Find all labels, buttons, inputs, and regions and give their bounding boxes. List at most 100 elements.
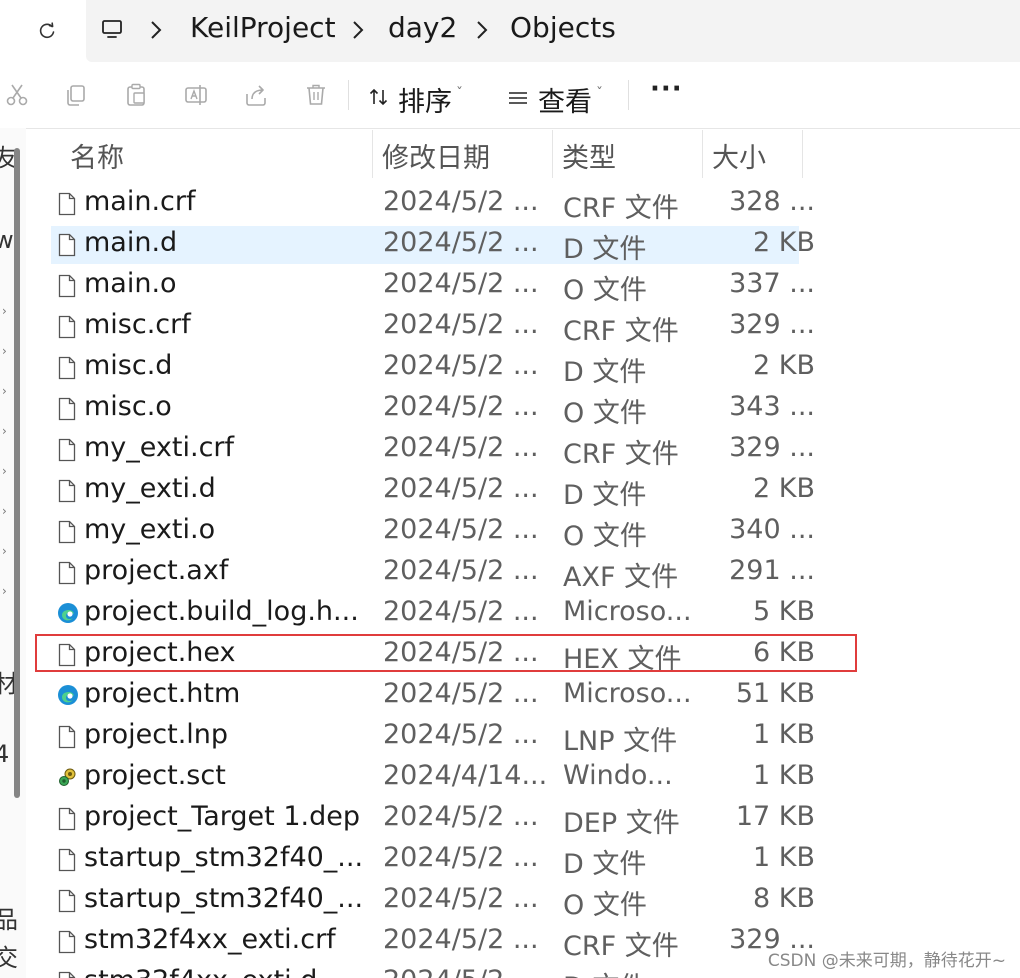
file-row[interactable]: startup_stm32f40_... 2024/5/2 ... D 文件 1 KB bbox=[51, 841, 815, 880]
file-row[interactable]: project.sct 2024/4/14... Windo... 1 KB bbox=[51, 759, 815, 797]
chevron-right-icon[interactable]: › bbox=[2, 424, 7, 438]
file-name: main.o bbox=[84, 268, 177, 299]
breadcrumb-objects[interactable]: Objects bbox=[510, 11, 616, 44]
file-name: stm32f4xx_exti.crf bbox=[84, 924, 336, 955]
chevron-right-icon[interactable]: › bbox=[2, 504, 7, 518]
file-name: project.sct bbox=[84, 760, 226, 791]
computer-icon[interactable] bbox=[100, 17, 124, 45]
command-bar: 排序 ˇ 查看 ˇ bbox=[0, 62, 1020, 129]
chevron-right-icon[interactable]: › bbox=[2, 464, 7, 478]
chevron-right-icon[interactable]: › bbox=[2, 584, 7, 598]
file-name: stm32f4xx_exti.d bbox=[84, 965, 369, 978]
file-name: misc.d bbox=[84, 350, 173, 381]
chevron-right-icon[interactable]: › bbox=[2, 304, 7, 318]
column-header-type[interactable]: 类型 bbox=[562, 136, 616, 175]
file-row[interactable]: project.build_log.h... 2024/5/2 ... Micros… bbox=[51, 595, 815, 633]
file-row[interactable]: my_exti.o 2024/5/2 ... O 文件 340 ... bbox=[51, 513, 815, 552]
column-header-row: ^ 名称 修改日期 类型 大小 bbox=[26, 128, 1020, 180]
file-name: main.d bbox=[84, 227, 178, 258]
file-icon bbox=[57, 233, 77, 257]
chevron-down-icon: ˇ bbox=[456, 86, 463, 102]
share-icon[interactable] bbox=[243, 82, 269, 108]
file-row[interactable]: my_exti.d 2024/5/2 ... D 文件 2 KB bbox=[51, 472, 815, 511]
nav-item-fragment[interactable]: 交 bbox=[0, 938, 18, 973]
file-name: misc.o bbox=[84, 391, 172, 422]
sort-icon bbox=[368, 84, 390, 115]
file-icon bbox=[57, 561, 77, 585]
script-icon bbox=[57, 766, 77, 790]
file-size: 17 KB bbox=[735, 801, 815, 832]
file-row[interactable]: stm32f4xx_exti.d 2024/5/2 ... D 文件 bbox=[51, 964, 799, 978]
nav-item-fragment[interactable]: 品 bbox=[0, 900, 18, 935]
file-row[interactable]: startup_stm32f40_... 2024/5/2 ... O 文件 8 KB bbox=[51, 882, 815, 921]
address-bar: KeilProject day2 Objects bbox=[0, 0, 1020, 62]
file-row[interactable]: misc.crf 2024/5/2 ... CRF 文件 329 ... bbox=[51, 308, 815, 347]
file-type: CRF 文件 bbox=[563, 931, 679, 962]
copy-icon[interactable] bbox=[63, 82, 89, 108]
file-modified-date: 2024/5/2 ... bbox=[383, 268, 539, 299]
file-row[interactable]: main.o 2024/5/2 ... O 文件 337 ... bbox=[51, 267, 815, 306]
file-name: project.lnp bbox=[84, 719, 229, 750]
file-row[interactable]: stm32f4xx_exti.crf 2024/5/2 ... CRF 文件 329 … bbox=[51, 923, 815, 962]
file-row[interactable]: main.d 2024/5/2 ... D 文件 2 KB bbox=[51, 226, 815, 265]
chevron-right-icon[interactable]: › bbox=[2, 344, 7, 358]
file-type: Microso... bbox=[563, 678, 692, 709]
watermark: CSDN @未来可期，静待花开~ bbox=[767, 951, 1006, 971]
delete-icon[interactable] bbox=[303, 82, 329, 108]
view-list-icon bbox=[508, 84, 528, 115]
breadcrumb-day2[interactable]: day2 bbox=[388, 11, 457, 44]
file-type: CRF 文件 bbox=[563, 193, 679, 224]
nav-item-fragment[interactable]: w bbox=[0, 226, 14, 254]
column-header-name[interactable]: 名称 bbox=[70, 136, 124, 175]
refresh-icon[interactable] bbox=[30, 14, 64, 48]
address-box[interactable]: KeilProject day2 Objects bbox=[86, 0, 1020, 62]
file-row[interactable]: project.lnp 2024/5/2 ... LNP 文件 1 KB bbox=[51, 718, 815, 757]
file-size: 8 KB bbox=[753, 883, 815, 914]
file-name: project.htm bbox=[84, 678, 241, 709]
chevron-right-icon[interactable] bbox=[350, 18, 366, 46]
file-type: O 文件 bbox=[563, 521, 647, 552]
file-size: 5 KB bbox=[753, 596, 815, 627]
view-button[interactable]: 查看 ˇ bbox=[508, 84, 603, 118]
file-name: main.crf bbox=[84, 186, 196, 217]
file-size: 2 KB bbox=[753, 227, 815, 258]
nav-item-fragment[interactable]: 4 bbox=[0, 740, 9, 768]
chevron-right-icon[interactable] bbox=[474, 18, 490, 46]
column-divider[interactable] bbox=[702, 130, 703, 178]
file-row[interactable]: my_exti.crf 2024/5/2 ... CRF 文件 329 ... bbox=[51, 431, 815, 470]
navigation-scrollbar[interactable] bbox=[14, 148, 20, 798]
column-header-size[interactable]: 大小 bbox=[712, 136, 766, 175]
file-type: CRF 文件 bbox=[563, 439, 679, 470]
file-row[interactable]: project.htm 2024/5/2 ... Microso... 51 KB bbox=[51, 677, 815, 715]
file-row[interactable]: misc.d 2024/5/2 ... D 文件 2 KB bbox=[51, 349, 815, 388]
file-type: LNP 文件 bbox=[563, 726, 678, 757]
file-type: D 文件 bbox=[563, 480, 647, 511]
breadcrumb-keilproject[interactable]: KeilProject bbox=[190, 11, 336, 44]
column-divider[interactable] bbox=[372, 130, 373, 178]
file-row[interactable]: misc.o 2024/5/2 ... O 文件 343 ... bbox=[51, 390, 815, 429]
file-name: my_exti.o bbox=[84, 514, 216, 545]
chevron-right-icon[interactable] bbox=[148, 18, 164, 46]
file-modified-date: 2024/5/2 ... bbox=[383, 965, 548, 978]
navigation-pane[interactable]: 友 w › › › › › › › › 材 4 品 交 bbox=[0, 128, 26, 978]
sort-button[interactable]: 排序 ˇ bbox=[368, 84, 463, 118]
file-modified-date: 2024/5/2 ... bbox=[383, 227, 539, 258]
file-row[interactable]: project_Target 1.dep 2024/5/2 ... DEP 文件 17… bbox=[51, 800, 815, 839]
more-options-button[interactable]: ··· bbox=[650, 74, 683, 104]
column-divider[interactable] bbox=[552, 130, 553, 178]
file-name: my_exti.crf bbox=[84, 432, 235, 463]
rename-icon[interactable] bbox=[183, 82, 209, 108]
file-modified-date: 2024/5/2 ... bbox=[383, 391, 539, 422]
file-icon bbox=[57, 356, 77, 380]
chevron-right-icon[interactable]: › bbox=[2, 544, 7, 558]
file-row[interactable]: main.crf 2024/5/2 ... CRF 文件 328 ... bbox=[51, 185, 815, 224]
chevron-right-icon[interactable]: › bbox=[2, 384, 7, 398]
paste-icon[interactable] bbox=[123, 82, 149, 108]
column-divider[interactable] bbox=[802, 130, 803, 178]
cut-icon[interactable] bbox=[4, 82, 30, 108]
file-type: O 文件 bbox=[563, 275, 647, 306]
file-modified-date: 2024/4/14... bbox=[383, 760, 548, 791]
file-row[interactable]: project.axf 2024/5/2 ... AXF 文件 291 ... bbox=[51, 554, 815, 593]
file-modified-date: 2024/5/2 ... bbox=[383, 186, 539, 217]
column-header-date[interactable]: 修改日期 bbox=[382, 136, 490, 175]
